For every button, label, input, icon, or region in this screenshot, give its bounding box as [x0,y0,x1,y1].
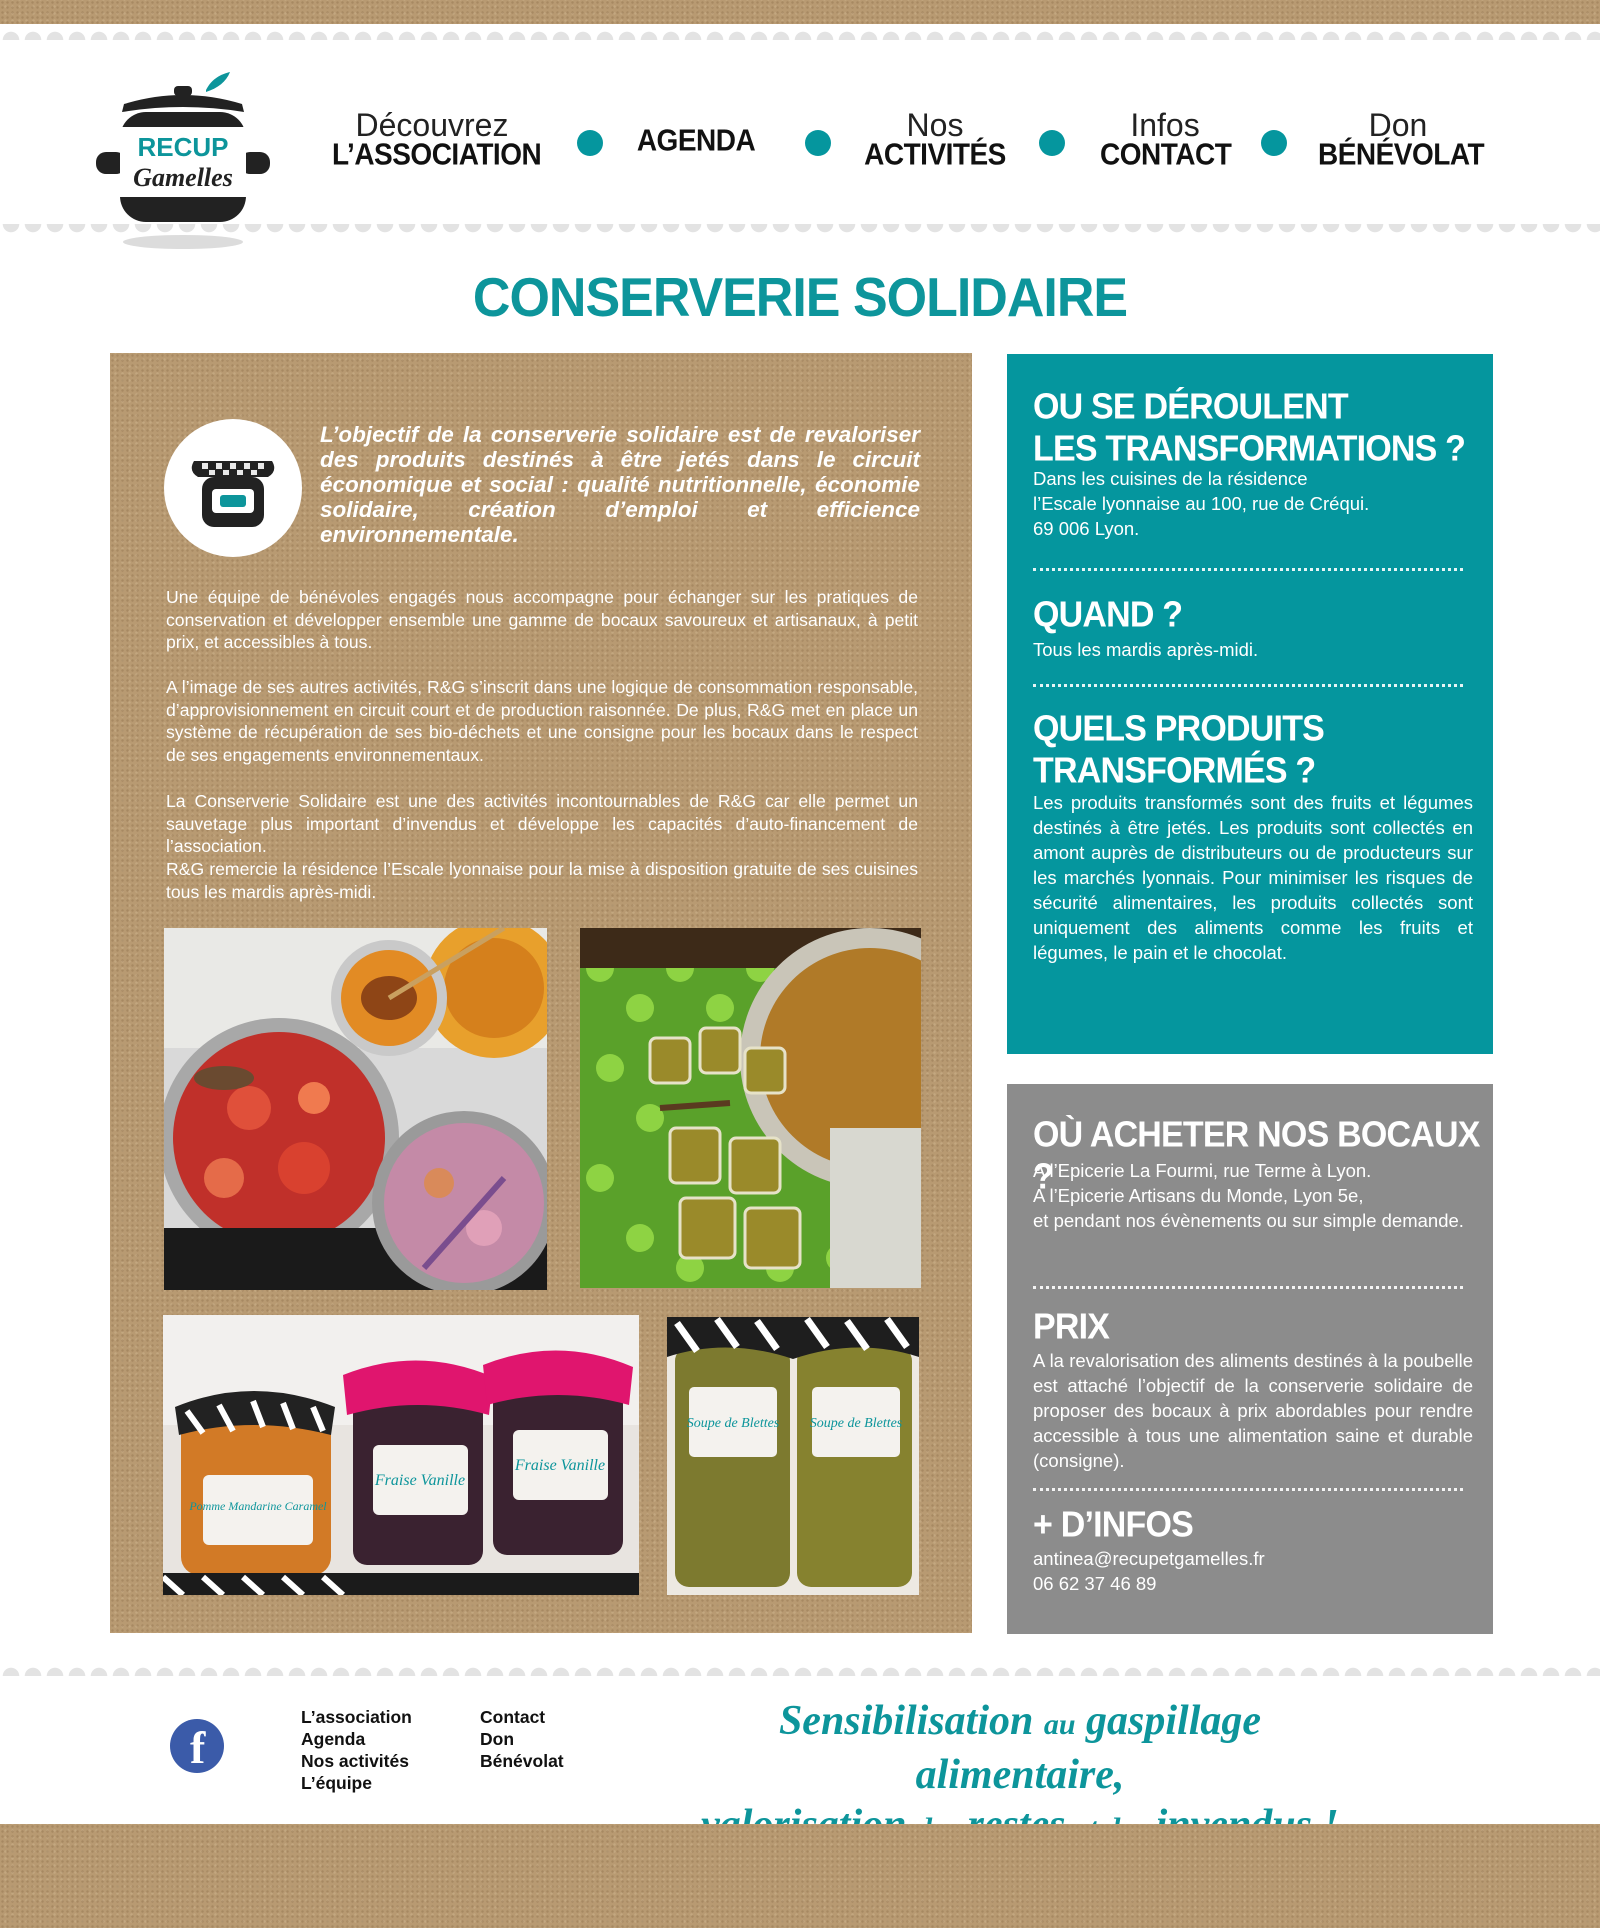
footer-link-contact[interactable]: Contact [480,1706,564,1728]
photo-soup-jars: Soupe de Blettes Soupe de Blettes [667,1317,919,1595]
nav-association[interactable]: Découvrez L’ASSOCIATION [332,107,542,172]
q2-text: Tous les mardis après-midi. [1033,639,1259,660]
logo-text-gamelles: Gamelles [133,163,233,192]
contact-phone[interactable]: 06 62 37 46 89 [1033,1571,1473,1596]
footer-links-col1: L’association Agenda Nos activités L’équ… [301,1706,412,1794]
nav-association-top: Découvrez [355,107,509,143]
photo-jars-green-table [580,928,921,1288]
q1-title-line1: OU SE DÉROULENT [1033,387,1349,427]
nav-activites-top: Nos [906,107,964,143]
jar-label-1: Pomme Mandarine Caramel [188,1499,327,1513]
nav-association-bottom: L’ASSOCIATION [332,137,542,172]
jar-badge [164,419,302,557]
q1-text-line: l’Escale lyonnaise au 100, rue de Créqui… [1033,493,1370,514]
q1-text-line: 69 006 Lyon. [1033,518,1140,539]
logo-text-recup: RECUP [137,132,228,162]
body-paragraph-2: A l’image de ses autres activités, R&G s… [166,677,918,765]
intro-text: L’objectif de la conserverie solidaire e… [320,422,920,547]
nav-benevolat-bottom: BÉNÉVOLAT [1318,137,1485,172]
buy-text: A l’Epicerie La Fourmi, rue Terme à Lyon… [1033,1158,1473,1233]
footer-link-don[interactable]: Don [480,1728,564,1750]
q3-text: Les produits transformés sont des fruits… [1033,792,1473,963]
top-kraft-band [0,0,1600,24]
nav-separator-dot [1261,130,1287,156]
dotted-divider [1033,684,1463,687]
footer-link-agenda[interactable]: Agenda [301,1728,412,1750]
facebook-link[interactable]: f [170,1719,224,1773]
facebook-icon: f [190,1722,206,1773]
nav-agenda[interactable]: AGENDA [626,123,766,158]
nav-activites[interactable]: Nos ACTIVITÉS [860,107,1010,172]
jar-icon [191,461,275,527]
page-title: CONSERVERIE SOLIDAIRE [472,267,1128,329]
jar-label-5: Soupe de Blettes [810,1416,903,1431]
buy-text-line: A l’Epicerie La Fourmi, rue Terme à Lyon… [1033,1160,1372,1181]
buy-text-line: A l’Epicerie Artisans du Monde, Lyon 5e, [1033,1185,1364,1206]
contact-email[interactable]: antinea@recupetgamelles.fr [1033,1546,1473,1571]
jar-label-4: Soupe de Blettes [687,1416,780,1431]
info-panel-teal: OU SE DÉROULENT LES TRANSFORMATIONS ? Da… [1007,354,1493,1054]
q1-title-line2: LES TRANSFORMATIONS ? [1033,429,1466,469]
dotted-divider [1033,1286,1463,1289]
jar-label-3: Fraise Vanille [514,1457,605,1474]
footer-link-activites[interactable]: Nos activités [301,1750,412,1772]
price-text: A la revalorisation des aliments destiné… [1033,1350,1473,1471]
nav-benevolat-top: Don [1368,107,1428,143]
q3-title-line2: TRANSFORMÉS ? [1033,751,1316,791]
info-panel-grey: OÙ ACHETER NOS BOCAUX ? A l’Epicerie La … [1007,1084,1493,1634]
footer-link-association[interactable]: L’association [301,1706,412,1728]
body-paragraph-1: Une équipe de bénévoles engagés nous acc… [166,587,918,652]
bottom-kraft-band [0,1824,1600,1928]
body-paragraph-4: R&G remercie la résidence l’Escale lyonn… [166,859,918,902]
tagline-word: Sensibilisation [778,1698,1034,1744]
top-scallop [0,24,1600,40]
nav-separator-dot [1039,130,1065,156]
footer-link-equipe[interactable]: L’équipe [301,1772,412,1794]
photo-cooking-pots [164,928,547,1290]
nav-separator-dot [805,130,831,156]
tagline-line-1: Sensibilisation au gaspillage alimentair… [680,1696,1360,1800]
tagline-word: au [1043,1708,1076,1741]
nav-contact[interactable]: Infos CONTACT [1100,107,1232,172]
nav-contact-bottom: CONTACT [1100,137,1232,172]
q1-title: OU SE DÉROULENT LES TRANSFORMATIONS ? [1033,386,1466,470]
site-logo[interactable]: RECUP Gamelles [94,72,272,252]
dotted-divider [1033,1488,1463,1491]
dotted-divider [1033,568,1463,571]
pot-logo-icon: RECUP Gamelles [96,72,270,249]
q1-text-line: Dans les cuisines de la résidence [1033,468,1308,489]
q1-text: Dans les cuisines de la résidence l’Esca… [1033,466,1473,541]
q2-title: QUAND ? [1033,595,1183,635]
body-paragraph-3: La Conserverie Solidaire est une des act… [166,791,918,856]
nav-activites-bottom: ACTIVITÉS [864,137,1006,172]
jar-label-2: Fraise Vanille [374,1472,465,1489]
photo-jam-jars: Pomme Mandarine Caramel Fraise Vanille F… [163,1315,639,1595]
more-info-title: + D’INFOS [1033,1505,1194,1545]
price-title: PRIX [1033,1307,1110,1347]
nav-separator-dot [577,130,603,156]
nav-agenda-label: AGENDA [636,123,756,158]
footer-links-col2: Contact Don Bénévolat [480,1706,564,1772]
footer-link-benevolat[interactable]: Bénévolat [480,1750,564,1772]
nav-benevolat[interactable]: Don BÉNÉVOLAT [1318,107,1485,172]
q3-title-line1: QUELS PRODUITS [1033,709,1325,749]
nav-contact-top: Infos [1130,107,1200,143]
buy-text-line: et pendant nos évènements ou sur simple … [1033,1210,1464,1231]
q3-title: QUELS PRODUITS TRANSFORMÉS ? [1033,708,1325,792]
footer-scallop [0,1660,1600,1676]
